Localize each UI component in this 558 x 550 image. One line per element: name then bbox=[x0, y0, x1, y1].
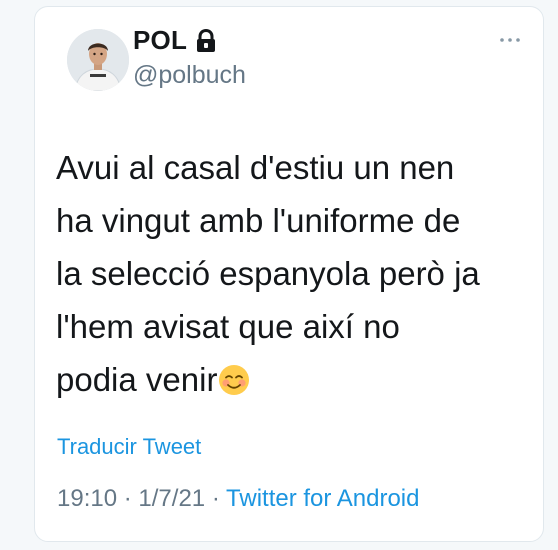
tweet-text-line: podia venir bbox=[56, 361, 218, 398]
tweet-text-line: Avui al casal d'estiu un nen bbox=[56, 149, 455, 186]
page-background: POL @polbuch Avui al casal d'estiu un ne… bbox=[0, 0, 558, 550]
tweet-time[interactable]: 19:10 bbox=[57, 485, 117, 512]
profile-photo-icon bbox=[67, 29, 129, 91]
meta-separator: · bbox=[211, 485, 220, 512]
tweet-text-line-last: podia venir bbox=[56, 353, 526, 406]
meta-separator: · bbox=[123, 485, 132, 512]
lock-icon bbox=[195, 28, 217, 53]
tweet-text-line: ha vingut amb l'uniforme de bbox=[56, 202, 461, 239]
smiling-face-with-smiling-eyes-icon bbox=[218, 358, 250, 395]
author-handle[interactable]: @polbuch bbox=[133, 61, 246, 90]
tweet-date[interactable]: 1/7/21 bbox=[138, 485, 205, 512]
tweet-text: Avui al casal d'estiu un nen ha vingut a… bbox=[56, 141, 526, 406]
tweet-source-link[interactable]: Twitter for Android bbox=[226, 485, 419, 512]
translate-tweet-link[interactable]: Traducir Tweet bbox=[57, 434, 201, 460]
tweet-metadata: 19:10 · 1/7/21 · Twitter for Android bbox=[57, 485, 419, 513]
avatar[interactable] bbox=[67, 29, 129, 91]
tweet-text-line: la selecció espanyola però ja bbox=[56, 255, 480, 292]
more-horizontal-icon[interactable] bbox=[499, 31, 521, 42]
tweet-text-line: l'hem avisat que així no bbox=[56, 308, 400, 345]
tweet-card[interactable]: POL @polbuch Avui al casal d'estiu un ne… bbox=[34, 6, 544, 542]
author-name-row[interactable]: POL bbox=[133, 25, 217, 56]
display-name[interactable]: POL bbox=[133, 25, 187, 56]
